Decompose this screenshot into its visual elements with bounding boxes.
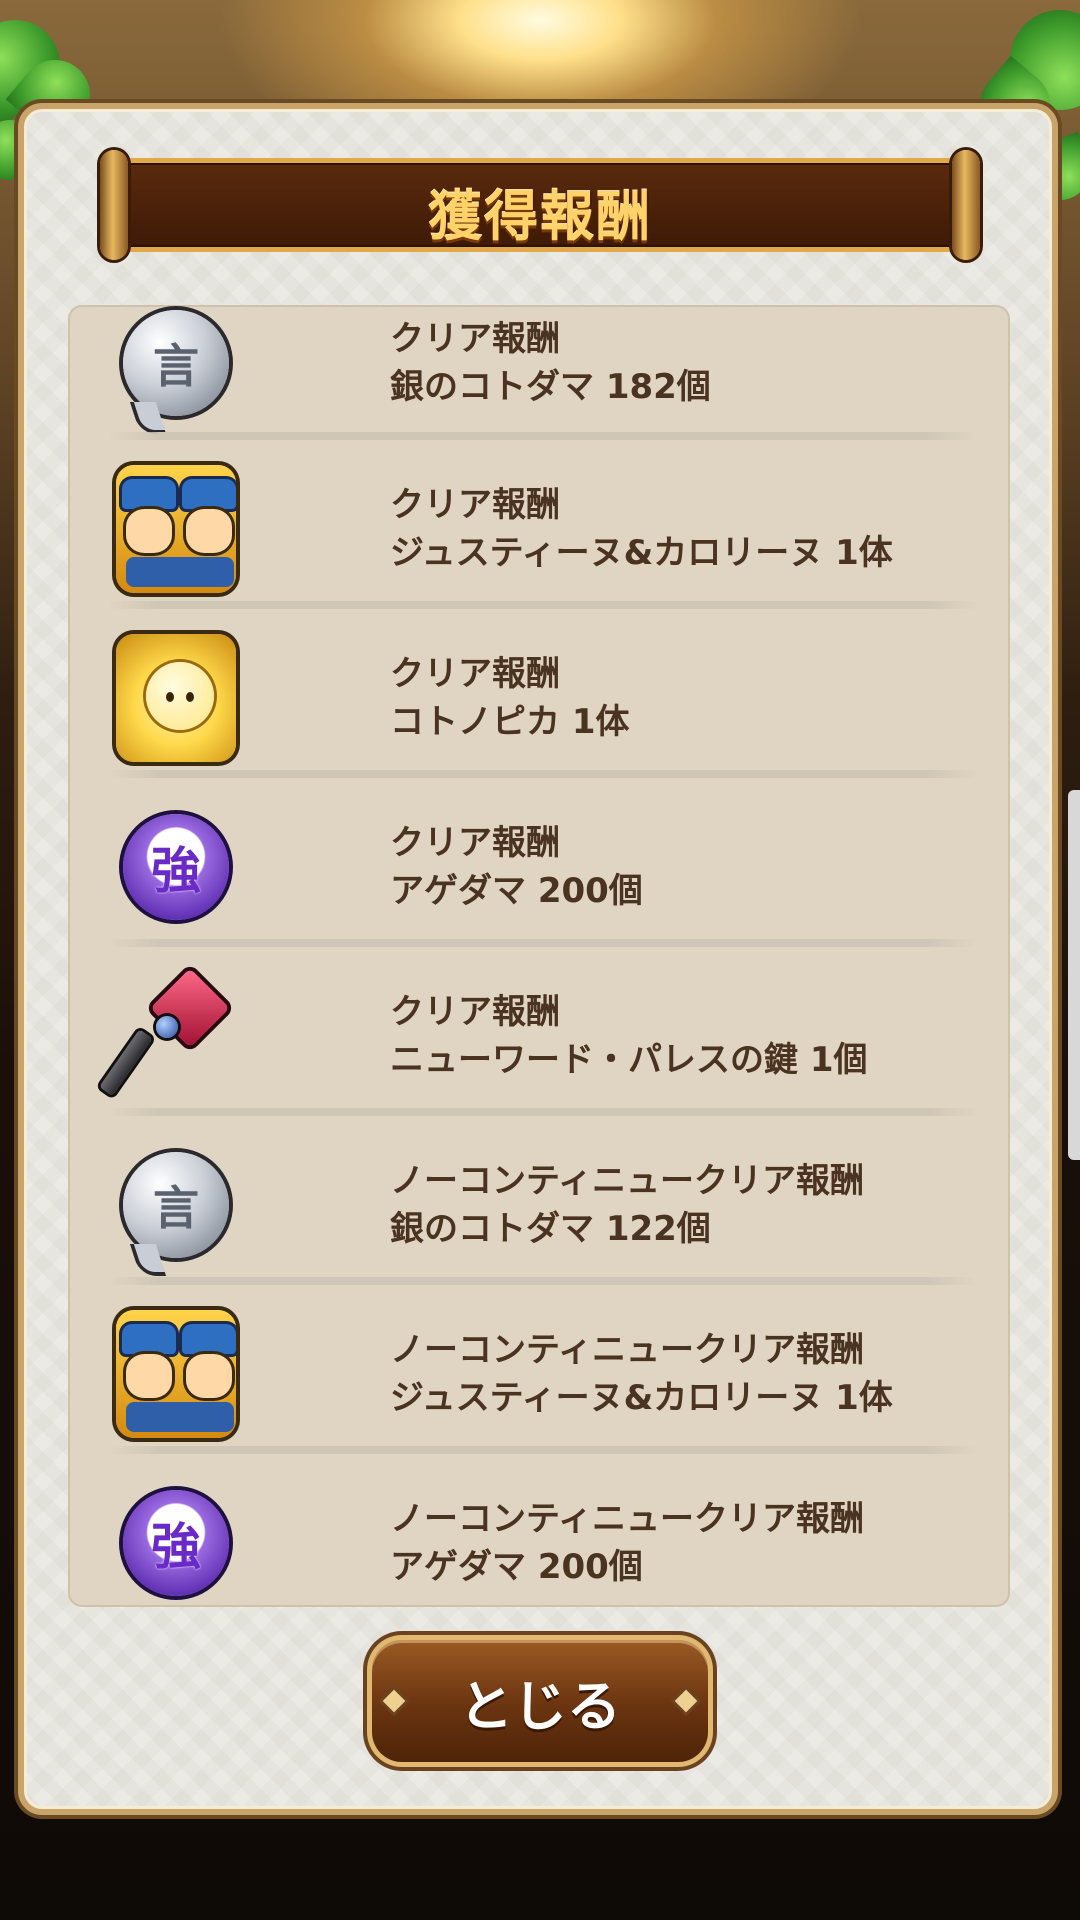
reward-text: クリア報酬 銀のコトダマ 182個 — [390, 315, 711, 411]
reward-item: コトノピカ 1体 — [390, 701, 630, 742]
reward-category: ノーコンティニュークリア報酬 — [390, 1329, 864, 1370]
reward-category: クリア報酬 — [390, 822, 560, 863]
agedama-orb-icon: 強 — [116, 807, 236, 927]
reward-text: クリア報酬 アゲダマ 200個 — [390, 819, 643, 915]
reward-text: ノーコンティニュークリア報酬 銀のコトダマ 122個 — [390, 1157, 864, 1253]
reward-text: クリア報酬 ニューワード・パレスの鍵 1個 — [390, 988, 868, 1084]
justine-caroline-card-icon — [116, 1309, 236, 1438]
row-divider — [108, 432, 978, 440]
reward-item: アゲダマ 200個 — [390, 870, 643, 911]
dialog-title: 獲得報酬 — [428, 185, 652, 248]
reward-item: 銀のコトダマ 122個 — [390, 1208, 711, 1249]
silver-kotodama-icon: 言 — [116, 1145, 236, 1265]
reward-text: ノーコンティニュークリア報酬 ジュスティーヌ&カロリーヌ 1体 — [390, 1326, 893, 1422]
agedama-orb-icon: 強 — [116, 1483, 236, 1603]
reward-item: ジュスティーヌ&カロリーヌ 1体 — [390, 532, 893, 573]
reward-row: 言 クリア報酬 銀のコトダマ 182個 — [68, 305, 1010, 447]
kotonopika-card-icon — [116, 633, 236, 762]
reward-text: クリア報酬 コトノピカ 1体 — [390, 650, 630, 746]
reward-item: アゲダマ 200個 — [390, 1546, 643, 1587]
side-scrollbar[interactable] — [1068, 790, 1080, 1160]
reward-item: ニューワード・パレスの鍵 1個 — [390, 1039, 868, 1080]
reward-row: ノーコンティニュークリア報酬 ジュスティーヌ&カロリーヌ 1体 — [68, 1289, 1010, 1458]
reward-category: クリア報酬 — [390, 653, 560, 694]
reward-text: クリア報酬 ジュスティーヌ&カロリーヌ 1体 — [390, 481, 893, 577]
diamond-ornament-icon — [674, 1689, 698, 1713]
reward-item: ジュスティーヌ&カロリーヌ 1体 — [390, 1377, 893, 1418]
reward-row: 言 ノーコンティニュークリア報酬 銀のコトダマ 122個 — [68, 1120, 1010, 1289]
close-button[interactable]: とじる — [372, 1640, 708, 1762]
reward-row: クリア報酬 コトノピカ 1体 — [68, 613, 1010, 782]
reward-category: クリア報酬 — [390, 991, 560, 1032]
row-divider — [108, 601, 978, 609]
reward-row: クリア報酬 ニューワード・パレスの鍵 1個 — [68, 951, 1010, 1120]
row-divider — [108, 1277, 978, 1285]
row-divider — [108, 939, 978, 947]
palace-key-icon — [99, 967, 236, 1096]
reward-row: 強 ノーコンティニュークリア報酬 アゲダマ 200個 — [68, 1458, 1010, 1607]
reward-category: ノーコンティニュークリア報酬 — [390, 1498, 864, 1539]
reward-category: クリア報酬 — [390, 484, 560, 525]
reward-category: クリア報酬 — [390, 318, 560, 359]
silver-kotodama-icon: 言 — [116, 305, 236, 423]
reward-category: ノーコンティニュークリア報酬 — [390, 1160, 864, 1201]
reward-item: 銀のコトダマ 182個 — [390, 366, 711, 407]
justine-caroline-card-icon — [116, 464, 236, 593]
reward-row: クリア報酬 ジュスティーヌ&カロリーヌ 1体 — [68, 444, 1010, 613]
close-button-label: とじる — [459, 1674, 621, 1738]
row-divider — [108, 770, 978, 778]
reward-text: ノーコンティニュークリア報酬 アゲダマ 200個 — [390, 1495, 864, 1591]
row-divider — [108, 1108, 978, 1116]
diamond-ornament-icon — [382, 1689, 406, 1713]
row-divider — [108, 1446, 978, 1454]
reward-list[interactable]: 言 クリア報酬 銀のコトダマ 182個 クリア報酬 ジュスティーヌ&カロリーヌ … — [68, 305, 1010, 1607]
title-banner: 獲得報酬 — [100, 150, 980, 260]
reward-row: 強 クリア報酬 アゲダマ 200個 — [68, 782, 1010, 951]
